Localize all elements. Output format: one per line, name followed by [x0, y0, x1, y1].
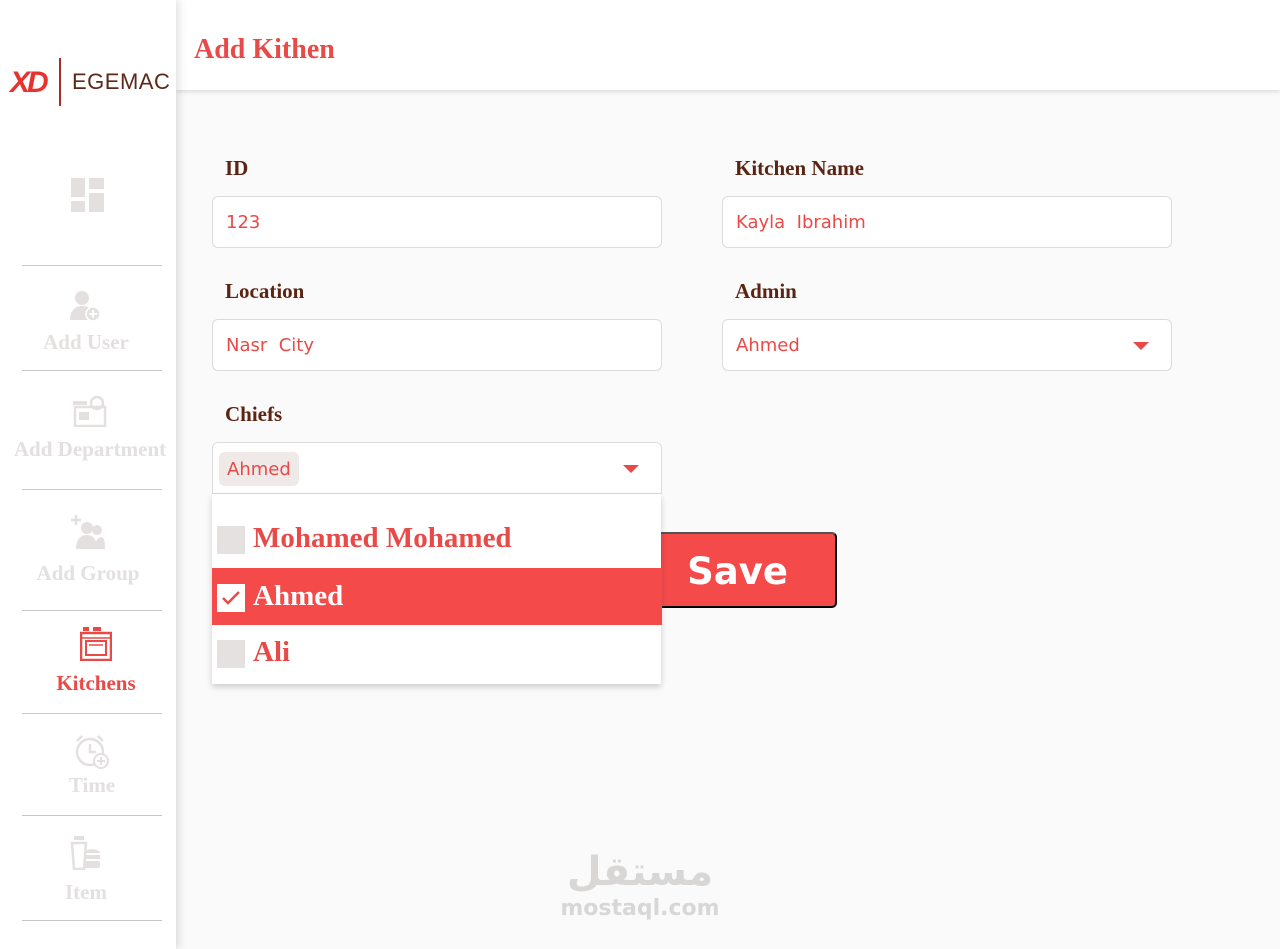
sidebar-item-time[interactable]: Time: [4, 735, 180, 798]
sidebar-item-label: Add Group: [36, 561, 140, 585]
sidebar-divider: [22, 489, 162, 490]
id-field[interactable]: 123: [212, 196, 662, 248]
option-label: Ali: [253, 636, 291, 668]
department-icon: [73, 395, 107, 427]
chiefs-option-mohamed-mohamed[interactable]: Mohamed Mohamed: [212, 510, 661, 567]
brand-name: EGEMAC: [72, 69, 171, 94]
kitchen-name-field[interactable]: Kayla Ibrahim: [722, 196, 1172, 248]
sidebar-item-dashboard[interactable]: [0, 178, 176, 212]
sidebar-item-add-group[interactable]: Add Group: [0, 515, 176, 586]
check-icon: [222, 591, 240, 605]
add-user-icon: [70, 291, 101, 322]
checkbox[interactable]: [217, 584, 245, 612]
location-label: Location: [225, 279, 305, 303]
chevron-down-icon: [1133, 342, 1149, 350]
sidebar-item-label: Add Department: [13, 437, 167, 461]
sidebar-item-add-user[interactable]: Add User: [0, 290, 174, 355]
checkbox[interactable]: [217, 526, 245, 554]
food-item-icon: [70, 836, 100, 870]
brand-logo[interactable]: XD EGEMAC: [10, 56, 170, 108]
page-header: Add Kithen: [176, 0, 1280, 90]
sidebar-divider: [22, 713, 162, 714]
watermark-latin: mostaql.com: [560, 896, 720, 921]
sidebar-divider: [22, 265, 162, 266]
sidebar-item-add-department[interactable]: Add Department: [2, 395, 178, 462]
admin-value: Ahmed: [736, 335, 800, 356]
sidebar-item-label: Add User: [43, 330, 129, 354]
chip-label: Ahmed: [227, 459, 291, 480]
add-group-icon: [71, 515, 105, 549]
admin-select[interactable]: Ahmed: [722, 319, 1172, 371]
sidebar-item-label: Kitchens: [56, 671, 136, 695]
chiefs-option-ali[interactable]: Ali: [212, 624, 661, 681]
sidebar-divider: [22, 370, 162, 371]
id-value: 123: [226, 212, 261, 233]
option-label: Mohamed Mohamed: [253, 522, 512, 554]
watermark-arabic: مستقل: [566, 849, 714, 895]
selected-chip[interactable]: Ahmed: [219, 452, 299, 486]
kitchen-name-label: Kitchen Name: [735, 156, 864, 180]
sidebar-divider: [22, 610, 162, 611]
page-title: Add Kithen: [194, 34, 335, 65]
sidebar-divider: [22, 920, 162, 921]
kitchen-stove-icon: [80, 627, 112, 661]
alarm-clock-icon: [75, 735, 109, 769]
option-label: Ahmed: [253, 580, 344, 612]
watermark: مستقل mostaql.com: [560, 850, 720, 921]
chiefs-dropdown: Mohamed Mohamed Ahmed Ali: [212, 494, 662, 684]
brand-mark: XD: [10, 66, 49, 99]
chiefs-multiselect[interactable]: Ahmed: [212, 442, 662, 494]
chiefs-label: Chiefs: [225, 402, 283, 426]
checkbox[interactable]: [217, 640, 245, 668]
location-field[interactable]: Nasr City: [212, 319, 662, 371]
sidebar-item-label: Time: [68, 773, 116, 797]
sidebar-item-label: Item: [65, 880, 107, 904]
sidebar: XD EGEMAC Add User Add Department Add Gr…: [0, 0, 176, 949]
kitchen-name-value: Kayla Ibrahim: [736, 212, 866, 233]
sidebar-item-kitchens[interactable]: Kitchens: [8, 627, 184, 696]
id-label: ID: [225, 156, 249, 180]
sidebar-divider: [22, 815, 162, 816]
chevron-down-icon: [623, 465, 639, 473]
location-value: Nasr City: [226, 335, 314, 356]
logo-divider: [59, 58, 61, 106]
dashboard-icon: [71, 178, 104, 212]
sidebar-item-item[interactable]: Item: [0, 836, 174, 905]
chiefs-option-ahmed[interactable]: Ahmed: [212, 568, 662, 625]
admin-label: Admin: [735, 279, 797, 303]
